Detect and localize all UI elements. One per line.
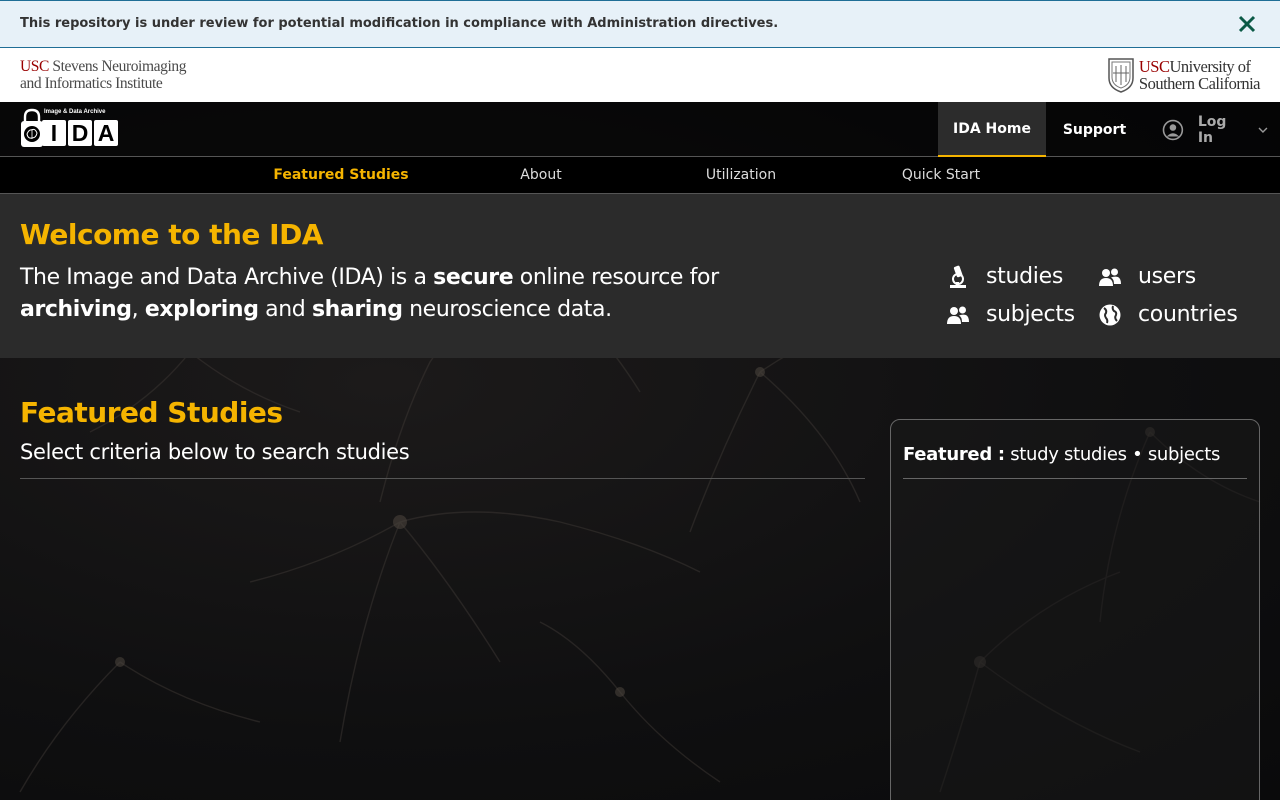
stat-studies: studies bbox=[946, 264, 1063, 289]
notice-banner: This repository is under review for pote… bbox=[0, 0, 1280, 48]
tab-utilization-label: Utilization bbox=[705, 167, 777, 183]
featured-panel-heading: Featured : bbox=[903, 444, 1005, 465]
stat-subjects-label: subjects bbox=[986, 302, 1075, 327]
welcome-section: Welcome to the IDA The Image and Data Ar… bbox=[0, 194, 1280, 358]
tab-featured-studies[interactable]: Featured Studies bbox=[241, 157, 441, 193]
featured-studies-title: Featured Studies bbox=[20, 396, 283, 429]
welcome-desc-secure: secure bbox=[433, 265, 514, 290]
featured-panel-summary: study studies • subjects bbox=[1004, 444, 1221, 465]
stat-studies-label: studies bbox=[986, 264, 1064, 289]
brain-lock-icon bbox=[21, 108, 43, 147]
institute-line2: and Informatics Institute bbox=[20, 75, 163, 92]
nav-support[interactable]: Support bbox=[1046, 102, 1143, 157]
logo-letter-i: I bbox=[42, 120, 66, 146]
featured-panel: Featured : study studies • subjects bbox=[890, 419, 1260, 800]
ida-logo[interactable]: Image & Data Archive I D A bbox=[20, 108, 121, 148]
featured-divider bbox=[20, 478, 865, 479]
welcome-desc-part2: online resource for bbox=[513, 265, 719, 290]
welcome-desc-part5: neuroscience data. bbox=[402, 297, 612, 322]
stat-users: users bbox=[1098, 264, 1196, 289]
usc-line2: Southern California bbox=[1138, 74, 1261, 93]
featured-panel-label: Featured : study studies • subjects bbox=[903, 444, 1220, 465]
tab-quick-start-label: Quick Start bbox=[901, 167, 981, 183]
stevens-institute-logo[interactable]: USC Stevens Neuroimaging and Informatics… bbox=[20, 58, 186, 92]
notice-text: This repository is under review for pote… bbox=[20, 16, 779, 31]
welcome-desc-archiving: archiving bbox=[20, 297, 132, 322]
tab-featured-studies-label: Featured Studies bbox=[273, 167, 409, 183]
tab-about-label: About bbox=[520, 167, 562, 183]
institute-line1: Stevens Neuroimaging bbox=[48, 58, 187, 75]
nav-login[interactable]: Log In bbox=[1150, 102, 1268, 157]
welcome-description: The Image and Data Archive (IDA) is a se… bbox=[20, 262, 740, 326]
users-icon bbox=[1099, 268, 1121, 286]
logo-letter-a: A bbox=[94, 120, 118, 146]
institute-header: USC Stevens Neuroimaging and Informatics… bbox=[0, 48, 1280, 102]
welcome-desc-sharing: sharing bbox=[311, 297, 403, 322]
usc-logo[interactable]: USCUniversity of Southern California bbox=[1106, 56, 1261, 94]
tab-utilization[interactable]: Utilization bbox=[641, 157, 841, 193]
welcome-desc-part1: The Image and Data Archive (IDA) is a bbox=[20, 265, 434, 290]
stat-countries-label: countries bbox=[1138, 302, 1238, 327]
globe-icon bbox=[1099, 304, 1121, 325]
sub-navigation: Featured Studies About Utilization Quick… bbox=[0, 157, 1280, 194]
stat-subjects: subjects bbox=[946, 302, 1075, 327]
nav-ida-home-label: IDA Home bbox=[953, 120, 1031, 137]
featured-studies-subtitle: Select criteria below to search studies bbox=[20, 440, 410, 464]
microscope-icon bbox=[950, 265, 966, 288]
close-icon[interactable] bbox=[1236, 13, 1258, 35]
welcome-desc-exploring: exploring bbox=[144, 297, 259, 322]
tab-quick-start[interactable]: Quick Start bbox=[841, 157, 1041, 193]
subjects-icon bbox=[947, 306, 969, 324]
tab-about[interactable]: About bbox=[441, 157, 641, 193]
usc-prefix: USC bbox=[20, 58, 49, 75]
welcome-title: Welcome to the IDA bbox=[20, 218, 323, 251]
logo-tagline: Image & Data Archive bbox=[44, 109, 106, 115]
nav-login-label: Log In bbox=[1197, 113, 1227, 146]
featured-panel-divider bbox=[903, 478, 1247, 479]
user-circle-icon bbox=[1162, 119, 1184, 140]
usc-seal-icon bbox=[1108, 58, 1134, 93]
welcome-desc-part3: , bbox=[131, 297, 145, 322]
nav-support-label: Support bbox=[1062, 121, 1127, 138]
stat-users-label: users bbox=[1138, 264, 1196, 289]
logo-letter-d: D bbox=[68, 120, 92, 146]
nav-ida-home[interactable]: IDA Home bbox=[938, 102, 1046, 157]
welcome-desc-part4: and bbox=[258, 297, 312, 322]
top-navigation: Image & Data Archive I D A IDA Home Supp… bbox=[0, 102, 1280, 157]
stat-countries: countries bbox=[1098, 302, 1238, 327]
logo-letters: I D A bbox=[42, 120, 118, 146]
chevron-down-icon bbox=[1258, 127, 1268, 133]
